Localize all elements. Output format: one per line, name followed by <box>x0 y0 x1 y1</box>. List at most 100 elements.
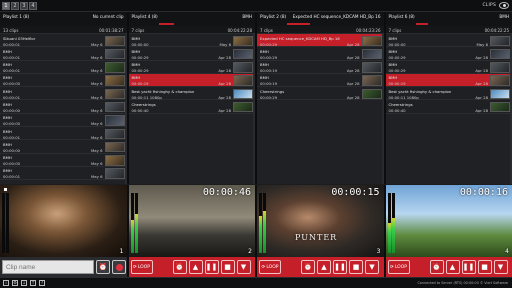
loop-button[interactable]: ⟳ LOOP <box>130 260 153 274</box>
pause-button[interactable]: ❚❚ <box>333 260 347 274</box>
clip-name-input[interactable] <box>2 260 94 274</box>
list-item[interactable]: BMH 00:00:29 Apr 28 <box>385 47 512 61</box>
record-button[interactable] <box>112 260 126 274</box>
pause-button[interactable]: ❚❚ <box>461 260 476 274</box>
list-item[interactable]: BMH 00:00:29 Apr 28 <box>128 60 255 74</box>
settings-icon[interactable]: ⚙ <box>12 280 18 286</box>
list-item[interactable]: BMH 00:00:00 May 6 <box>0 100 127 114</box>
list-item[interactable]: BMH 00:00:19 Apr 28 <box>128 73 255 88</box>
playlist-header[interactable]: Playlist 6 (8) BMH <box>385 12 512 22</box>
alarm-button[interactable]: ⏰ <box>429 260 444 274</box>
clip-duration: 00:00:00 <box>3 161 21 167</box>
list-item[interactable]: BMH 00:00:00 May 6 <box>0 153 127 167</box>
clip-name: Cheerstrings <box>388 101 413 107</box>
list-item[interactable]: BMH 00:00:00 May 6 <box>0 140 127 154</box>
alarm-button[interactable]: ⏰ <box>172 260 187 274</box>
pause-button[interactable]: ❚❚ <box>204 260 219 274</box>
up-arrow-icon: ▲ <box>449 263 456 271</box>
bank-tab-4[interactable]: 4 <box>29 2 37 10</box>
clip-duration: 00:00:40 <box>388 107 406 113</box>
stop-button[interactable]: ■ <box>349 260 363 274</box>
list-item[interactable]: Best yacht fishinghy & champion 00:00:11 … <box>128 87 255 101</box>
audio-meter-left <box>130 193 134 253</box>
cue-marker <box>4 188 7 191</box>
stop-icon: ■ <box>224 263 231 271</box>
playlist-header[interactable]: Playlist 2 (8) Expected HC sequence_KDCAM… <box>257 12 384 22</box>
list-item[interactable]: Sikuani 03Heiflor 00:00:01 May 6 <box>0 34 127 48</box>
clip-name: BMH <box>260 62 269 68</box>
clip-duration: 00:00:00 <box>3 121 21 127</box>
info-icon[interactable]: i <box>3 280 9 286</box>
upload-icon[interactable]: ↑ <box>30 280 36 286</box>
list-item[interactable]: BMH 00:00:00 May 6 <box>385 34 512 48</box>
loop-icon: ⟳ <box>390 264 394 270</box>
list-item[interactable]: BMH 00:00:01 May 6 <box>0 127 127 141</box>
list-item[interactable]: Best yacht fishinghy & champion 00:00:11 … <box>385 87 512 101</box>
clip-date: May 6 <box>91 161 103 167</box>
alarm-icon: ⏰ <box>303 263 313 271</box>
video-player[interactable]: 00:00:46 2 <box>128 185 255 257</box>
playlist-scrollbar[interactable] <box>253 34 255 184</box>
audio-level-right <box>134 214 138 253</box>
list-item[interactable]: BMH 00:00:00 May 6 <box>0 113 127 128</box>
list-item[interactable]: BMH 00:00:19 Apr 28 <box>257 73 384 88</box>
video-player[interactable]: 00:00:15 PUNTER 3 <box>257 185 384 257</box>
video-player[interactable]: 00:00:16 4 <box>385 185 512 257</box>
list-item[interactable]: BMH 00:00:01 May 6 <box>0 166 127 181</box>
clip-date: Apr 28 <box>475 107 488 113</box>
playlist-total-duration: 00:04:22:28 <box>227 28 252 33</box>
loop-icon: ⟳ <box>133 264 137 270</box>
list-item[interactable]: BMH 00:00:00 May 6 <box>0 73 127 88</box>
clip-name: BMH <box>131 75 141 81</box>
list-item[interactable]: BMH 00:00:29 Apr 28 <box>385 60 512 74</box>
help-icon[interactable]: ? <box>39 280 45 286</box>
list-item[interactable]: Cheerstrings 00:00:29 Apr 28 <box>257 87 384 101</box>
eye-icon[interactable] <box>499 2 509 9</box>
list-item[interactable]: BMH 00:00:29 Apr 28 <box>128 47 255 61</box>
player-number: 2 <box>248 248 252 255</box>
clip-date: May 6 <box>91 147 103 153</box>
stop-button[interactable]: ■ <box>220 260 235 274</box>
bank-tab-2[interactable]: 2 <box>11 2 19 10</box>
list-item[interactable]: Cheerstrings 00:00:40 Apr 28 <box>385 100 512 114</box>
playlist-current-clip: BMH <box>499 14 509 19</box>
list-item[interactable]: BMH 00:00:01 May 6 <box>0 60 127 74</box>
list-item[interactable]: Expected HC sequence_KDCAM HD_Bp 16 00:00… <box>257 34 384 48</box>
playlist-header[interactable]: Playlist 1 (8) No current clip <box>0 12 127 22</box>
clip-name: BMH <box>388 48 398 54</box>
down-button[interactable]: ▼ <box>236 260 251 274</box>
clip-name: BMH <box>131 35 141 41</box>
clip-date: May 6 <box>91 41 103 47</box>
stop-button[interactable]: ■ <box>477 260 492 274</box>
down-button[interactable]: ▼ <box>493 260 508 274</box>
up-button[interactable]: ▲ <box>188 260 203 274</box>
bank-tab-3[interactable]: 3 <box>20 2 28 10</box>
up-button[interactable]: ▲ <box>445 260 460 274</box>
clip-name: BMH <box>3 168 12 174</box>
down-button[interactable]: ▼ <box>365 260 379 274</box>
playlist-current-clip: No current clip <box>92 14 124 19</box>
alarm-button[interactable]: ⏰ <box>96 260 110 274</box>
clip-thumbnail <box>233 75 253 86</box>
list-item[interactable]: BMH 00:00:01 May 6 <box>0 87 127 101</box>
up-button[interactable]: ▲ <box>317 260 331 274</box>
list-item[interactable]: BMH 00:00:19 Apr 28 <box>257 60 384 74</box>
list-item[interactable]: BMH 00:00:01 May 6 <box>0 47 127 61</box>
clip-duration: 00:00:29 <box>131 68 149 74</box>
download-icon[interactable]: ↓ <box>21 280 27 286</box>
playlist-header[interactable]: Playlist 4 (8) BMH <box>128 12 255 22</box>
bank-tab-1[interactable]: 1 <box>2 2 10 10</box>
video-player[interactable]: 1 <box>0 185 127 257</box>
list-item[interactable]: BMH 00:00:00 May 6 <box>128 34 255 48</box>
playlists-area: Playlist 1 (8) No current clip 13 clips 00:… <box>0 12 512 184</box>
playlist-scrollbar[interactable] <box>381 34 384 184</box>
list-item[interactable]: Cheerstrings 00:00:40 Apr 28 <box>128 100 255 114</box>
list-item[interactable]: BMH 00:00:19 Apr 28 <box>385 73 512 88</box>
playlist-column: Playlist 6 (8) BMH 7 clips 00:04:22:25 BMH 00… <box>385 12 512 184</box>
alarm-button[interactable]: ⏰ <box>301 260 315 274</box>
clip-duration: 00:00:00 <box>3 147 21 153</box>
loop-button[interactable]: ⟳ LOOP <box>259 260 281 274</box>
list-item[interactable]: BMH 00:00:29 Apr 28 <box>257 47 384 61</box>
loop-button[interactable]: ⟳ LOOP <box>387 260 410 274</box>
playlist-scrollbar[interactable] <box>124 34 127 184</box>
